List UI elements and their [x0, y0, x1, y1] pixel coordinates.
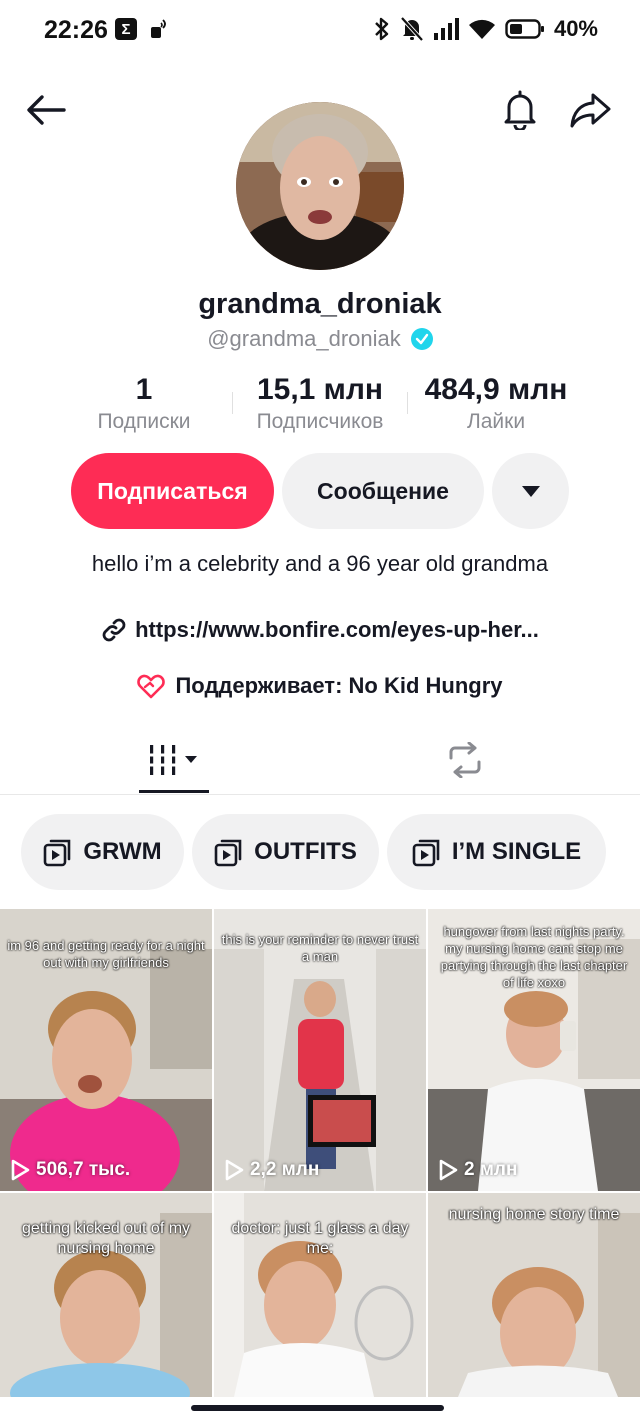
stat-likes-label: Лайки — [466, 410, 526, 433]
video-caption: getting kicked out of my nursing home — [21, 1220, 191, 1257]
video-thumbnail[interactable]: getting kicked out of my nursing home — [0, 1193, 212, 1397]
tabs-divider — [0, 794, 640, 795]
sigma-icon: Σ — [115, 18, 137, 40]
video-thumbnail[interactable]: this is your reminder to never trust a m… — [214, 909, 426, 1191]
video-views: 2,2 млн — [224, 1159, 319, 1181]
video-caption: this is your reminder to never trust a m… — [221, 932, 419, 964]
status-bar: 22:26 Σ 40% — [0, 0, 640, 62]
arrow-left-icon — [27, 95, 66, 125]
tab-videos[interactable] — [139, 730, 209, 790]
share-button[interactable] — [568, 88, 612, 132]
video-views-count: 506,7 тыс. — [36, 1159, 131, 1180]
playlist-chip-label: I’M SINGLE — [451, 838, 582, 865]
active-tab-indicator — [139, 790, 209, 793]
suggestions-dropdown-button[interactable] — [492, 453, 569, 529]
repost-icon — [449, 742, 481, 778]
stat-likes[interactable]: 484,9 млн Лайки — [412, 372, 580, 436]
playlist-chip-im-single[interactable]: I’M SINGLE — [387, 814, 606, 890]
video-caption: hungover from last nights party. my nurs… — [440, 924, 628, 990]
video-views: 506,7 тыс. — [10, 1159, 130, 1181]
caret-down-icon — [521, 486, 540, 497]
profile-link[interactable]: https://www.bonfire.com/eyes-up-her... — [0, 617, 640, 643]
heart-hands-icon — [137, 674, 166, 699]
playlist-icon — [44, 839, 71, 867]
video-views: 2 млн — [438, 1159, 517, 1181]
video-caption: doctor: just 1 glass a day me: — [231, 1220, 409, 1257]
video-thumbnail[interactable]: doctor: just 1 glass a day me: — [214, 1193, 426, 1397]
playlist-icon — [412, 839, 440, 867]
battery-icon — [505, 19, 544, 39]
follow-button[interactable]: Подписаться — [71, 453, 274, 529]
supports-text: Поддерживает: No Kid Hungry — [175, 673, 503, 698]
stat-followers-value: 15,1 млн — [256, 373, 384, 406]
profile-link-text[interactable]: https://www.bonfire.com/eyes-up-her... — [135, 617, 539, 643]
video-thumbnail[interactable]: hungover from last nights party. my nurs… — [428, 909, 640, 1191]
tab-reposts[interactable] — [430, 730, 500, 790]
profile-handle: @grandma_droniak — [207, 326, 401, 351]
verified-badge-icon — [410, 328, 433, 350]
video-caption: im 96 and getting ready for a night out … — [7, 938, 205, 970]
profile-username: grandma_droniak — [198, 288, 442, 320]
stat-divider — [232, 392, 233, 414]
message-button[interactable]: Сообщение — [282, 453, 484, 529]
home-indicator[interactable] — [191, 1405, 444, 1411]
mute-icon — [400, 16, 424, 42]
profile-avatar[interactable] — [236, 102, 404, 270]
stat-divider — [407, 392, 408, 414]
back-button[interactable] — [24, 88, 68, 132]
playlist-chip-label: OUTFITS — [254, 838, 357, 865]
video-views-count: 2,2 млн — [250, 1159, 320, 1180]
play-icon — [439, 1159, 458, 1181]
bluetooth-icon — [375, 17, 389, 41]
bell-icon — [504, 90, 536, 130]
link-icon — [102, 618, 126, 642]
stat-followers-label: Подписчиков — [256, 410, 384, 433]
playlist-chip-outfits[interactable]: OUTFITS — [192, 814, 379, 890]
play-icon — [225, 1159, 244, 1181]
avatar-image — [236, 102, 404, 270]
stat-following[interactable]: 1 Подписки — [74, 372, 214, 436]
battery-percentage: 40% — [553, 16, 598, 41]
video-thumbnail[interactable]: im 96 and getting ready for a night out … — [0, 909, 212, 1191]
video-grid: im 96 and getting ready for a night out … — [0, 909, 640, 1397]
profile-stats: 1 Подписки 15,1 млн Подписчиков 484,9 мл… — [0, 372, 640, 442]
handle-row: @grandma_droniak — [0, 326, 640, 352]
playlist-icon — [214, 839, 242, 867]
status-time: 22:26 — [44, 16, 108, 44]
share-arrow-icon — [570, 93, 611, 128]
sim-icon — [151, 19, 166, 38]
signal-icon — [433, 18, 459, 40]
notifications-button[interactable] — [498, 88, 542, 132]
stat-likes-value: 484,9 млн — [424, 373, 568, 406]
playlist-chip-label: GRWM — [83, 838, 162, 865]
supports-charity[interactable]: Поддерживает: No Kid Hungry — [0, 673, 640, 699]
stat-followers[interactable]: 15,1 млн Подписчиков — [238, 372, 402, 436]
playlist-chip-grwm[interactable]: GRWM — [21, 814, 184, 890]
video-thumbnail[interactable]: nursing home story time — [428, 1193, 640, 1397]
video-caption: nursing home story time — [448, 1206, 620, 1223]
video-views-count: 2 млн — [464, 1159, 518, 1180]
play-icon — [11, 1159, 30, 1181]
profile-bio: hello i’m a celebrity and a 96 year old … — [91, 551, 549, 576]
wifi-icon — [468, 19, 495, 39]
stat-following-label: Подписки — [97, 410, 191, 433]
stat-following-value: 1 — [135, 373, 153, 406]
videos-grid-icon — [147, 745, 197, 775]
